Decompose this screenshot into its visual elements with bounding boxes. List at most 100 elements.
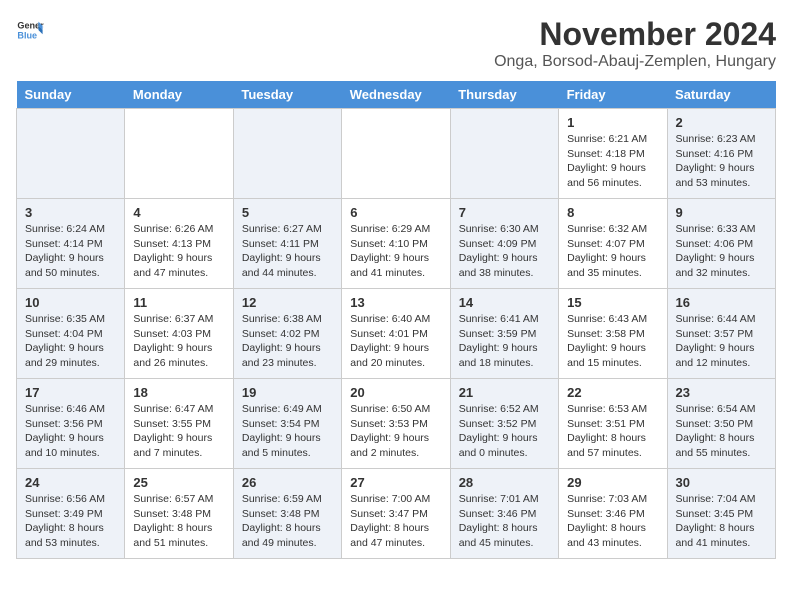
day-info: Sunrise: 6:32 AM Sunset: 4:07 PM Dayligh… bbox=[567, 222, 658, 281]
calendar-cell: 13 Sunrise: 6:40 AM Sunset: 4:01 PM Dayli… bbox=[342, 289, 450, 379]
day-number: 3 bbox=[25, 205, 116, 220]
calendar-cell: 6 Sunrise: 6:29 AM Sunset: 4:10 PM Daylig… bbox=[342, 199, 450, 289]
day-number: 26 bbox=[242, 475, 333, 490]
day-info: Sunrise: 6:43 AM Sunset: 3:58 PM Dayligh… bbox=[567, 312, 658, 371]
calendar-cell: 26 Sunrise: 6:59 AM Sunset: 3:48 PM Dayli… bbox=[233, 469, 341, 559]
calendar-cell: 9 Sunrise: 6:33 AM Sunset: 4:06 PM Daylig… bbox=[667, 199, 775, 289]
day-info: Sunrise: 6:59 AM Sunset: 3:48 PM Dayligh… bbox=[242, 492, 333, 551]
week-row-5: 24 Sunrise: 6:56 AM Sunset: 3:49 PM Dayli… bbox=[17, 469, 776, 559]
day-number: 9 bbox=[676, 205, 767, 220]
day-info: Sunrise: 6:46 AM Sunset: 3:56 PM Dayligh… bbox=[25, 402, 116, 461]
calendar-cell: 14Sunrise: 6:41 AM Sunset: 3:59 PM Dayli… bbox=[450, 289, 558, 379]
day-info: Sunrise: 6:50 AM Sunset: 3:53 PM Dayligh… bbox=[350, 402, 441, 461]
day-number: 19 bbox=[242, 385, 333, 400]
header: General Blue November 2024 Onga, Borsod-… bbox=[16, 16, 776, 71]
calendar-cell: 11 Sunrise: 6:37 AM Sunset: 4:03 PM Dayli… bbox=[125, 289, 233, 379]
calendar-cell bbox=[233, 109, 341, 199]
day-info: Sunrise: 6:44 AM Sunset: 3:57 PM Dayligh… bbox=[676, 312, 767, 371]
header-day-wednesday: Wednesday bbox=[342, 81, 450, 109]
day-info: Sunrise: 6:24 AM Sunset: 4:14 PM Dayligh… bbox=[25, 222, 116, 281]
calendar-table: SundayMondayTuesdayWednesdayThursdayFrid… bbox=[16, 81, 776, 559]
calendar-cell: 29 Sunrise: 7:03 AM Sunset: 3:46 PM Dayli… bbox=[559, 469, 667, 559]
day-info: Sunrise: 7:00 AM Sunset: 3:47 PM Dayligh… bbox=[350, 492, 441, 551]
svg-text:Blue: Blue bbox=[17, 30, 37, 40]
day-number: 30 bbox=[676, 475, 767, 490]
day-number: 13 bbox=[350, 295, 441, 310]
day-number: 4 bbox=[133, 205, 224, 220]
day-info: Sunrise: 6:54 AM Sunset: 3:50 PM Dayligh… bbox=[676, 402, 767, 461]
day-info: Sunrise: 6:27 AM Sunset: 4:11 PM Dayligh… bbox=[242, 222, 333, 281]
day-number: 8 bbox=[567, 205, 658, 220]
day-number: 10 bbox=[25, 295, 116, 310]
day-number: 6 bbox=[350, 205, 441, 220]
calendar-cell: 24 Sunrise: 6:56 AM Sunset: 3:49 PM Dayli… bbox=[17, 469, 125, 559]
day-number: 15 bbox=[567, 295, 658, 310]
calendar-cell: 12 Sunrise: 6:38 AM Sunset: 4:02 PM Dayli… bbox=[233, 289, 341, 379]
day-number: 21 bbox=[459, 385, 550, 400]
day-number: 17 bbox=[25, 385, 116, 400]
calendar-cell: 19 Sunrise: 6:49 AM Sunset: 3:54 PM Dayli… bbox=[233, 379, 341, 469]
header-day-friday: Friday bbox=[559, 81, 667, 109]
calendar-cell: 18Sunrise: 6:47 AM Sunset: 3:55 PM Dayli… bbox=[125, 379, 233, 469]
calendar-cell: 2 Sunrise: 6:23 AM Sunset: 4:16 PM Daylig… bbox=[667, 109, 775, 199]
day-info: Sunrise: 6:41 AM Sunset: 3:59 PM Dayligh… bbox=[459, 312, 550, 371]
week-row-4: 17 Sunrise: 6:46 AM Sunset: 3:56 PM Dayli… bbox=[17, 379, 776, 469]
calendar-cell: 15 Sunrise: 6:43 AM Sunset: 3:58 PM Dayli… bbox=[559, 289, 667, 379]
header-day-sunday: Sunday bbox=[17, 81, 125, 109]
calendar-cell: 5Sunrise: 6:27 AM Sunset: 4:11 PM Daylig… bbox=[233, 199, 341, 289]
header-day-tuesday: Tuesday bbox=[233, 81, 341, 109]
day-number: 24 bbox=[25, 475, 116, 490]
day-number: 11 bbox=[133, 295, 224, 310]
calendar-cell: 20Sunrise: 6:50 AM Sunset: 3:53 PM Dayli… bbox=[342, 379, 450, 469]
day-number: 25 bbox=[133, 475, 224, 490]
main-title: November 2024 bbox=[494, 16, 776, 53]
day-info: Sunrise: 6:35 AM Sunset: 4:04 PM Dayligh… bbox=[25, 312, 116, 371]
day-info: Sunrise: 7:03 AM Sunset: 3:46 PM Dayligh… bbox=[567, 492, 658, 551]
calendar-cell bbox=[450, 109, 558, 199]
day-number: 18 bbox=[133, 385, 224, 400]
day-info: Sunrise: 6:52 AM Sunset: 3:52 PM Dayligh… bbox=[459, 402, 550, 461]
day-info: Sunrise: 6:57 AM Sunset: 3:48 PM Dayligh… bbox=[133, 492, 224, 551]
logo: General Blue bbox=[16, 16, 44, 44]
subtitle: Onga, Borsod-Abauj-Zemplen, Hungary bbox=[494, 53, 776, 71]
calendar-cell: 25 Sunrise: 6:57 AM Sunset: 3:48 PM Dayli… bbox=[125, 469, 233, 559]
day-info: Sunrise: 7:04 AM Sunset: 3:45 PM Dayligh… bbox=[676, 492, 767, 551]
header-day-thursday: Thursday bbox=[450, 81, 558, 109]
day-info: Sunrise: 6:37 AM Sunset: 4:03 PM Dayligh… bbox=[133, 312, 224, 371]
day-number: 12 bbox=[242, 295, 333, 310]
header-row: SundayMondayTuesdayWednesdayThursdayFrid… bbox=[17, 81, 776, 109]
logo-icon: General Blue bbox=[16, 16, 44, 44]
day-number: 29 bbox=[567, 475, 658, 490]
calendar-cell: 27 Sunrise: 7:00 AM Sunset: 3:47 PM Dayli… bbox=[342, 469, 450, 559]
day-info: Sunrise: 6:23 AM Sunset: 4:16 PM Dayligh… bbox=[676, 132, 767, 191]
day-info: Sunrise: 6:53 AM Sunset: 3:51 PM Dayligh… bbox=[567, 402, 658, 461]
day-number: 16 bbox=[676, 295, 767, 310]
calendar-cell: 10 Sunrise: 6:35 AM Sunset: 4:04 PM Dayli… bbox=[17, 289, 125, 379]
day-info: Sunrise: 6:21 AM Sunset: 4:18 PM Dayligh… bbox=[567, 132, 658, 191]
calendar-cell: 16 Sunrise: 6:44 AM Sunset: 3:57 PM Dayli… bbox=[667, 289, 775, 379]
day-info: Sunrise: 6:56 AM Sunset: 3:49 PM Dayligh… bbox=[25, 492, 116, 551]
calendar-cell: 8 Sunrise: 6:32 AM Sunset: 4:07 PM Daylig… bbox=[559, 199, 667, 289]
day-info: Sunrise: 7:01 AM Sunset: 3:46 PM Dayligh… bbox=[459, 492, 550, 551]
calendar-cell: 28 Sunrise: 7:01 AM Sunset: 3:46 PM Dayli… bbox=[450, 469, 558, 559]
week-row-2: 3 Sunrise: 6:24 AM Sunset: 4:14 PM Daylig… bbox=[17, 199, 776, 289]
day-info: Sunrise: 6:38 AM Sunset: 4:02 PM Dayligh… bbox=[242, 312, 333, 371]
calendar-cell bbox=[342, 109, 450, 199]
calendar-cell: 3 Sunrise: 6:24 AM Sunset: 4:14 PM Daylig… bbox=[17, 199, 125, 289]
day-info: Sunrise: 6:49 AM Sunset: 3:54 PM Dayligh… bbox=[242, 402, 333, 461]
day-info: Sunrise: 6:40 AM Sunset: 4:01 PM Dayligh… bbox=[350, 312, 441, 371]
calendar-cell: 1Sunrise: 6:21 AM Sunset: 4:18 PM Daylig… bbox=[559, 109, 667, 199]
day-info: Sunrise: 6:26 AM Sunset: 4:13 PM Dayligh… bbox=[133, 222, 224, 281]
day-info: Sunrise: 6:30 AM Sunset: 4:09 PM Dayligh… bbox=[459, 222, 550, 281]
day-number: 27 bbox=[350, 475, 441, 490]
day-info: Sunrise: 6:29 AM Sunset: 4:10 PM Dayligh… bbox=[350, 222, 441, 281]
calendar-cell bbox=[125, 109, 233, 199]
day-number: 28 bbox=[459, 475, 550, 490]
calendar-cell: 17 Sunrise: 6:46 AM Sunset: 3:56 PM Dayli… bbox=[17, 379, 125, 469]
calendar-cell: 22Sunrise: 6:53 AM Sunset: 3:51 PM Dayli… bbox=[559, 379, 667, 469]
title-section: November 2024 Onga, Borsod-Abauj-Zemplen… bbox=[494, 16, 776, 71]
day-info: Sunrise: 6:33 AM Sunset: 4:06 PM Dayligh… bbox=[676, 222, 767, 281]
calendar-cell bbox=[17, 109, 125, 199]
day-number: 2 bbox=[676, 115, 767, 130]
day-number: 23 bbox=[676, 385, 767, 400]
